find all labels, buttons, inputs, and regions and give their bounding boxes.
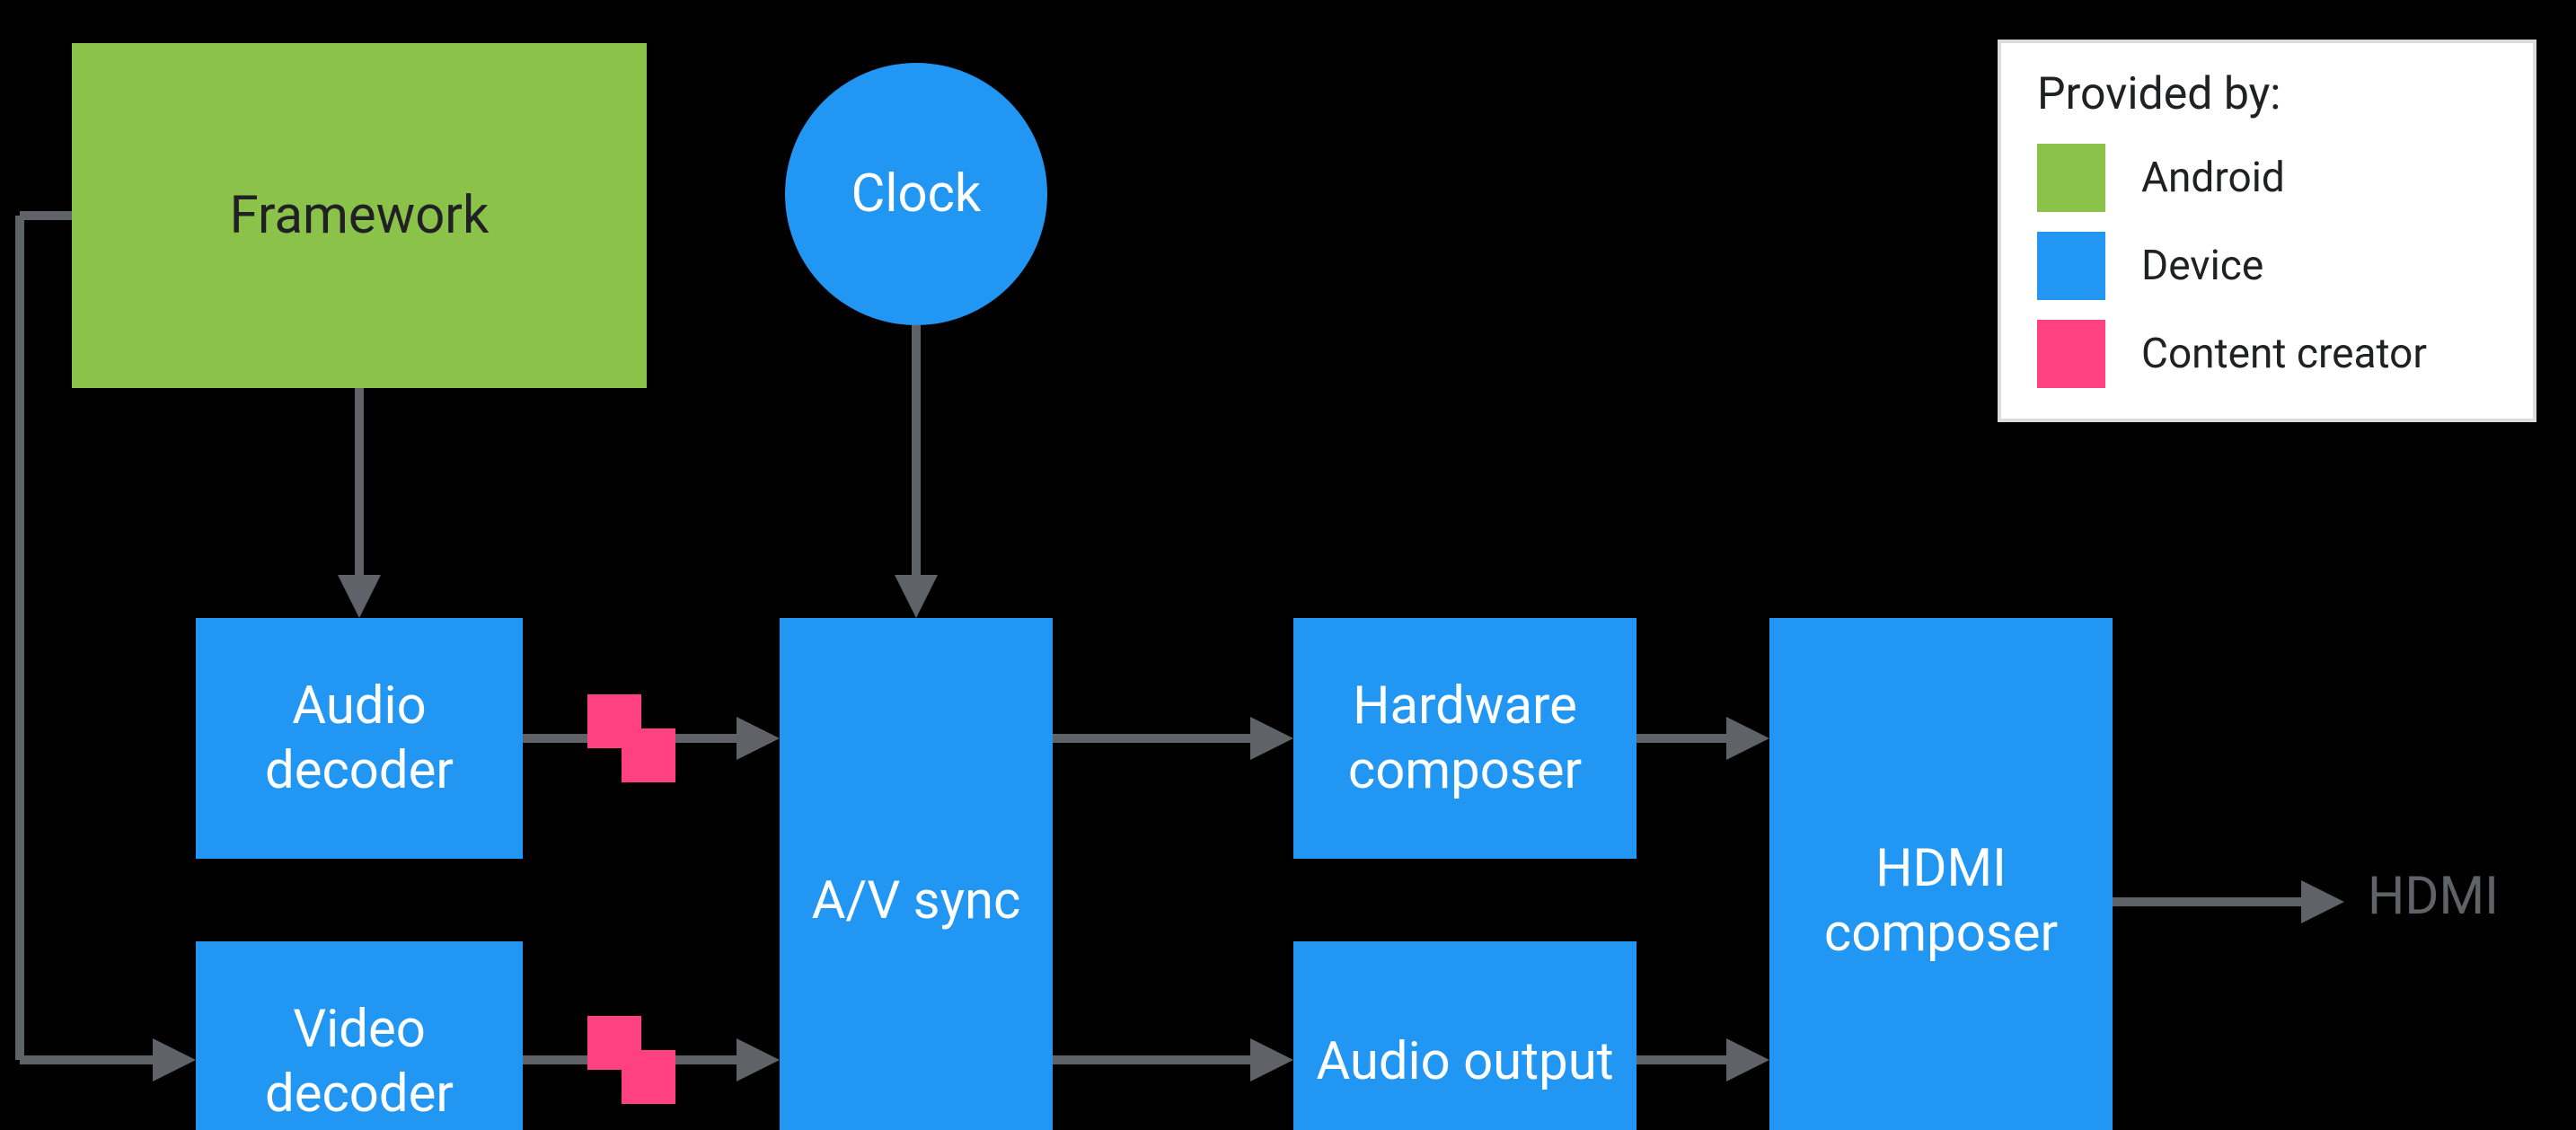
node-clock: Clock <box>785 63 1047 325</box>
node-audio-decoder: Audio decoder <box>196 618 523 859</box>
node-audio-output: Audio output <box>1293 941 1636 1130</box>
node-hdmi-composer: HDMI composer <box>1769 618 2113 1130</box>
hdmi-output-label: HDMI <box>2368 866 2499 927</box>
node-av-sync: A/V sync <box>780 618 1053 1130</box>
diagram-canvas: Framework Clock Audio decoder Video deco… <box>0 0 2576 1130</box>
legend-label-android: Android <box>2141 154 2285 202</box>
node-framework: Framework <box>72 43 647 388</box>
node-clock-label: Clock <box>851 162 982 227</box>
swatch-device <box>2037 232 2105 300</box>
legend-label-device: Device <box>2141 242 2263 290</box>
legend-title: Provided by: <box>2037 68 2497 120</box>
node-video-decoder: Video decoder <box>196 941 523 1130</box>
node-hdmi-composer-label: HDMI composer <box>1769 836 2113 967</box>
node-hardware-composer: Hardware composer <box>1293 618 1636 859</box>
node-framework-label: Framework <box>230 183 490 249</box>
swatch-content-creator <box>2037 320 2105 388</box>
legend-item-content-creator: Content creator <box>2037 320 2497 388</box>
legend-item-android: Android <box>2037 144 2497 212</box>
node-audio-output-label: Audio output <box>1316 1029 1613 1095</box>
legend-label-content-creator: Content creator <box>2141 330 2427 378</box>
legend-item-device: Device <box>2037 232 2497 300</box>
node-video-decoder-label: Video decoder <box>196 997 523 1127</box>
node-av-sync-label: A/V sync <box>812 869 1021 934</box>
swatch-android <box>2037 144 2105 212</box>
legend: Provided by: Android Device Content crea… <box>1998 40 2536 422</box>
node-hardware-composer-label: Hardware composer <box>1293 674 1636 804</box>
node-audio-decoder-label: Audio decoder <box>196 674 523 804</box>
